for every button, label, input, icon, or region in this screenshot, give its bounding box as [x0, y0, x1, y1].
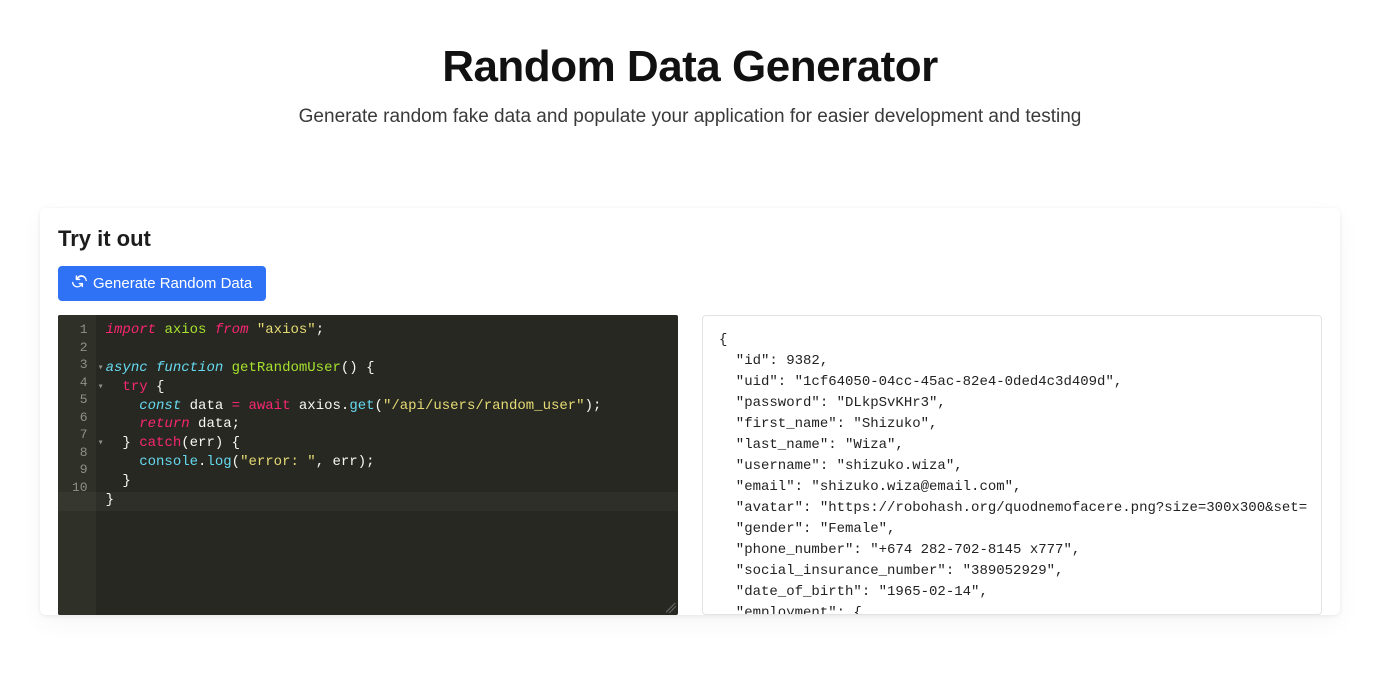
page-title: Random Data Generator	[20, 42, 1360, 92]
editor-content: import axios from "axios"; ▾async functi…	[96, 315, 612, 615]
editor-gutter: 1 2 3 4 5 6 7 8 9 10	[58, 315, 96, 615]
output-panel[interactable]: { "id": 9382, "uid": "1cf64050-04cc-45ac…	[702, 315, 1322, 615]
page-subtitle: Generate random fake data and populate y…	[20, 106, 1360, 128]
card-heading: Try it out	[58, 226, 1322, 252]
refresh-icon	[72, 274, 87, 293]
try-it-card: Try it out Generate Random Data 1 2 3 4 …	[40, 208, 1340, 615]
code-editor[interactable]: 1 2 3 4 5 6 7 8 9 10 import axios from "…	[58, 315, 678, 615]
generate-button[interactable]: Generate Random Data	[58, 266, 266, 301]
editor-resize-handle[interactable]	[666, 603, 676, 613]
generate-button-label: Generate Random Data	[93, 275, 252, 292]
